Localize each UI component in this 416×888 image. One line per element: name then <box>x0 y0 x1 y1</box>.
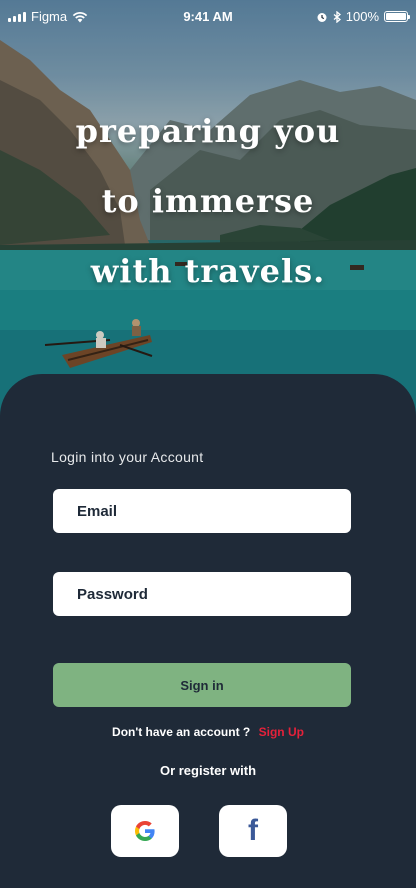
sign-in-button[interactable]: Sign in <box>53 663 351 707</box>
facebook-icon: f <box>248 814 258 847</box>
status-bar: Figma 9:41 AM 100% <box>0 0 416 32</box>
alarm-clock-icon <box>317 12 327 22</box>
email-field[interactable] <box>53 489 351 533</box>
google-icon <box>135 821 155 841</box>
headline-line-1: preparing you <box>75 112 341 150</box>
headline-line-3: with travels. <box>90 252 326 290</box>
bluetooth-icon <box>333 10 341 23</box>
status-bar-right: 100% <box>316 9 410 24</box>
no-account-text: Don't have an account ? <box>112 725 251 739</box>
facebook-signin-button[interactable]: f <box>219 805 287 857</box>
headline-line-2: to immerse <box>101 182 315 220</box>
battery-icon <box>384 11 410 22</box>
google-signin-button[interactable] <box>111 805 179 857</box>
register-with-label: Or register with <box>159 763 257 778</box>
hero-headline: preparing you to immerse with travels. <box>0 96 416 306</box>
signup-prompt: Don't have an account ? Sign Up <box>0 725 416 739</box>
battery-percentage: 100% <box>345 9 379 24</box>
password-field[interactable] <box>53 572 351 616</box>
sign-up-link[interactable]: Sign Up <box>259 725 304 739</box>
login-card: Login into your Account Sign in Don't ha… <box>0 374 416 888</box>
login-title: Login into your Account <box>51 449 204 465</box>
